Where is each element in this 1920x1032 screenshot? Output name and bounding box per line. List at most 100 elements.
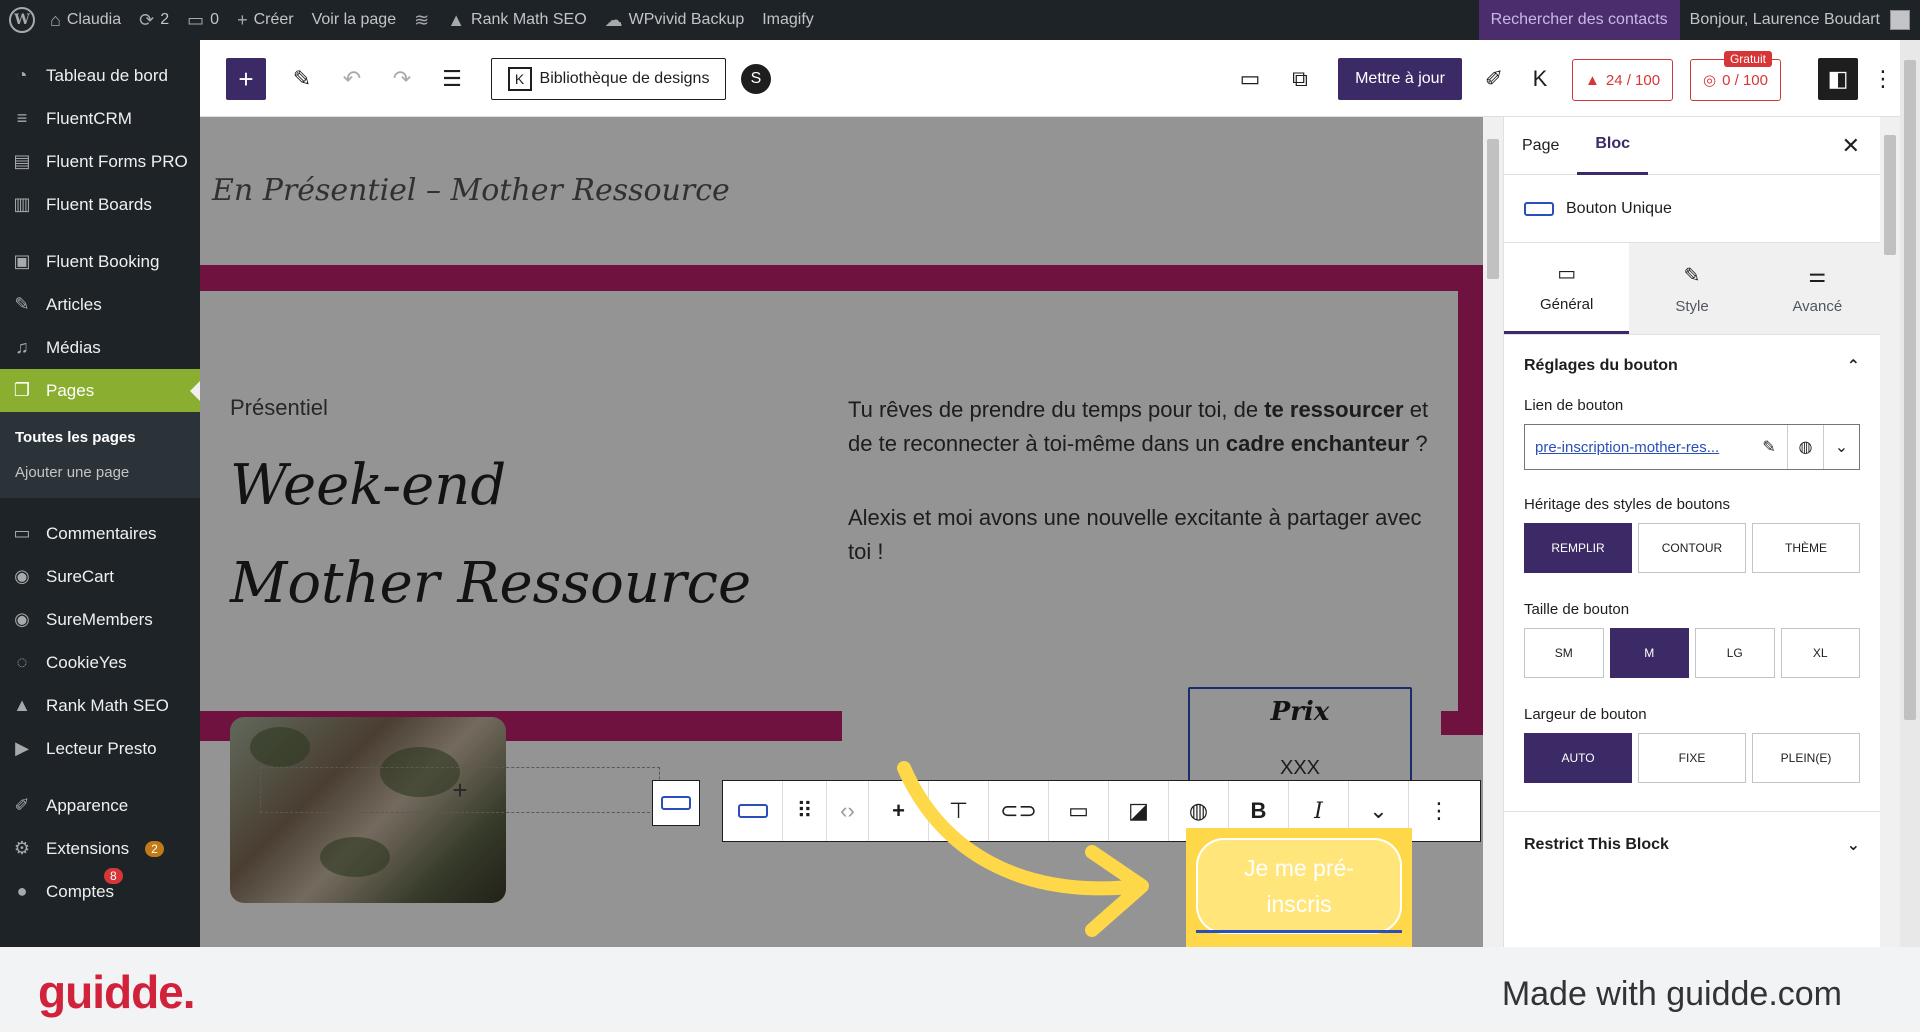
submenu-all-pages[interactable]: Toutes les pages	[0, 420, 200, 455]
tools-pencil-icon[interactable]: ✎	[282, 58, 322, 100]
sidebar-item-rankmath[interactable]: ▲ Rank Math SEO	[0, 684, 200, 727]
size-sm-option[interactable]: SM	[1524, 628, 1604, 678]
plus-icon: +	[237, 9, 248, 30]
settings-sidebar-toggle[interactable]: ◧	[1818, 58, 1858, 100]
page-scrollbar[interactable]	[1900, 40, 1920, 947]
create-link[interactable]: + Créer	[228, 0, 303, 40]
fluent-link[interactable]: ≋	[405, 0, 438, 40]
sidebar-item-fluent-boards[interactable]: ▥ Fluent Boards	[0, 183, 200, 226]
subtab-style[interactable]: ✎ Style	[1629, 243, 1754, 334]
cloud-icon: ☁	[604, 9, 623, 30]
sidebar-item-presto[interactable]: ▶ Lecteur Presto	[0, 727, 200, 770]
sidebar-item-fluentcrm[interactable]: ≡ FluentCRM	[0, 97, 200, 140]
inherit-style-options: REMPLIR CONTOUR THÈME	[1524, 523, 1860, 573]
sidebar-item-medias[interactable]: ♫ Médias	[0, 326, 200, 369]
cookie-icon: ◌	[16, 652, 28, 672]
more-options-icon[interactable]: ⋮	[1868, 58, 1898, 100]
dynamic-link-icon[interactable]: ◍	[1787, 425, 1823, 469]
panel-scrollbar[interactable]	[1880, 117, 1900, 947]
spectra-icon[interactable]: S	[736, 58, 776, 100]
canvas-scroll-thumb[interactable]	[1487, 139, 1499, 279]
sidebar-item-extensions[interactable]: ⚙ Extensions 2	[0, 827, 200, 870]
page-scroll-thumb[interactable]	[1904, 60, 1916, 720]
made-with-text: Made with guidde.com	[1501, 975, 1842, 1013]
notification-badge: 8	[104, 868, 123, 884]
subtab-advanced[interactable]: ⚌ Avancé	[1755, 243, 1880, 334]
cta-button[interactable]: Je me pré-inscris	[1196, 838, 1402, 934]
guide-arrow-icon	[897, 761, 1149, 937]
sidebar-item-surecart[interactable]: ◉ SureCart	[0, 555, 200, 598]
seo-score-button[interactable]: ▲ 24 / 100	[1572, 59, 1674, 101]
size-xl-option[interactable]: XL	[1780, 628, 1860, 678]
chevron-up-icon: ⌃	[1846, 358, 1860, 375]
surecart-icon: ◉	[14, 566, 30, 586]
width-label: Largeur de bouton	[1524, 706, 1647, 723]
sidebar-item-suremembers[interactable]: ◉ SureMembers	[0, 598, 200, 641]
block-type-button[interactable]	[723, 781, 783, 841]
button-size-options: SM M LG XL	[1524, 628, 1860, 678]
size-m-option[interactable]: M	[1609, 628, 1689, 678]
tab-block[interactable]: Bloc	[1577, 117, 1649, 175]
fluentcrm-icon: ≡	[16, 108, 28, 128]
admin-sidebar: ◔ Tableau de bord ≡ FluentCRM ▤ Fluent Form…	[0, 40, 200, 947]
move-arrows-icon[interactable]: ‹›	[827, 781, 869, 841]
inherit-outline-option[interactable]: CONTOUR	[1638, 523, 1746, 573]
submenu-add-page[interactable]: Ajouter une page	[0, 455, 200, 490]
width-auto-option[interactable]: AUTO	[1524, 733, 1632, 783]
wordpress-logo-icon[interactable]: W	[9, 7, 35, 33]
size-lg-option[interactable]: LG	[1695, 628, 1775, 678]
sidebar-item-appearance[interactable]: ✐ Apparence	[0, 784, 200, 827]
sidebar-item-fluent-booking[interactable]: ▣ Fluent Booking	[0, 240, 200, 283]
button-block-icon	[1524, 201, 1554, 216]
view-external-icon[interactable]: ⧉	[1280, 58, 1320, 100]
sidebar-item-fluent-forms[interactable]: ▤ Fluent Forms PRO	[0, 140, 200, 183]
restrict-block-header[interactable]: Restrict This Block ⌄	[1504, 811, 1880, 877]
preview-device-icon[interactable]: ▭	[1230, 58, 1270, 100]
rankmath-score-icon: ▲	[1585, 71, 1600, 89]
sidebar-item-comments[interactable]: ▭ Commentaires	[0, 512, 200, 555]
edit-template-icon[interactable]: ✐	[1474, 58, 1514, 100]
comments-link[interactable]: ▭ 0	[178, 0, 228, 40]
button-link-value[interactable]: pre-inscription-mother-res...	[1525, 439, 1751, 456]
subtab-general[interactable]: ▭ Général	[1504, 243, 1630, 334]
drag-handle-icon[interactable]: ⠿	[783, 781, 827, 841]
kadence-icon[interactable]: K	[1520, 58, 1560, 100]
tab-page[interactable]: Page	[1504, 117, 1577, 175]
panel-scroll-thumb[interactable]	[1884, 135, 1896, 255]
inherit-theme-option[interactable]: THÈME	[1752, 523, 1860, 573]
button-link-field[interactable]: pre-inscription-mother-res... ✎ ◍ ⌄	[1524, 424, 1860, 470]
view-page-link[interactable]: Voir la page	[303, 0, 406, 40]
rankmath-icon: ▲	[13, 695, 31, 715]
undo-icon[interactable]: ↶	[332, 58, 372, 100]
chevron-down-icon[interactable]: ⌄	[1823, 425, 1859, 469]
document-overview-icon[interactable]: ☰	[432, 58, 472, 100]
sidebar-item-accounts[interactable]: ● Comptes 8	[0, 868, 200, 913]
updates-link[interactable]: ⟳ 2	[130, 0, 178, 40]
account-menu[interactable]: Bonjour, Laurence Boudart	[1680, 10, 1920, 30]
wpvivid-link[interactable]: ☁ WPvivid Backup	[596, 0, 754, 40]
width-fixed-option[interactable]: FIXE	[1638, 733, 1746, 783]
sidebar-item-dashboard[interactable]: ◔ Tableau de bord	[0, 54, 200, 97]
inherit-fill-option[interactable]: REMPLIR	[1524, 523, 1632, 573]
sidebar-item-articles[interactable]: ✎ Articles	[0, 283, 200, 326]
edit-link-icon[interactable]: ✎	[1751, 425, 1787, 469]
design-library-button[interactable]: K Bibliothèque de designs	[491, 58, 726, 100]
redo-icon[interactable]: ↷	[382, 58, 422, 100]
canvas-scrollbar[interactable]	[1483, 117, 1503, 947]
add-block-button[interactable]: +	[226, 58, 266, 100]
search-contacts-link[interactable]: Rechercher des contacts	[1478, 0, 1680, 40]
site-name-link[interactable]: ⌂ Claudia	[41, 0, 130, 40]
parent-block-selector[interactable]	[652, 780, 700, 826]
width-full-option[interactable]: PLEIN(E)	[1752, 733, 1860, 783]
fluent-icon: ≋	[414, 9, 430, 30]
readability-score-button[interactable]: ◎ 0 / 100 Gratuit	[1690, 51, 1781, 101]
button-settings-header[interactable]: Réglages du bouton ⌃	[1504, 335, 1880, 397]
update-button[interactable]: Mettre à jour	[1338, 58, 1462, 100]
block-options-icon[interactable]: ⋮	[1409, 781, 1469, 841]
imagify-link[interactable]: Imagify	[753, 0, 823, 40]
rankmath-link[interactable]: ▲ Rank Math SEO	[438, 0, 595, 40]
close-icon[interactable]: ✕	[1842, 133, 1860, 159]
sidebar-item-pages[interactable]: ❐ Pages	[0, 369, 200, 412]
sidebar-item-cookieyes[interactable]: ◌ CookieYes	[0, 641, 200, 684]
guidde-logo: guidde.	[38, 966, 196, 1018]
